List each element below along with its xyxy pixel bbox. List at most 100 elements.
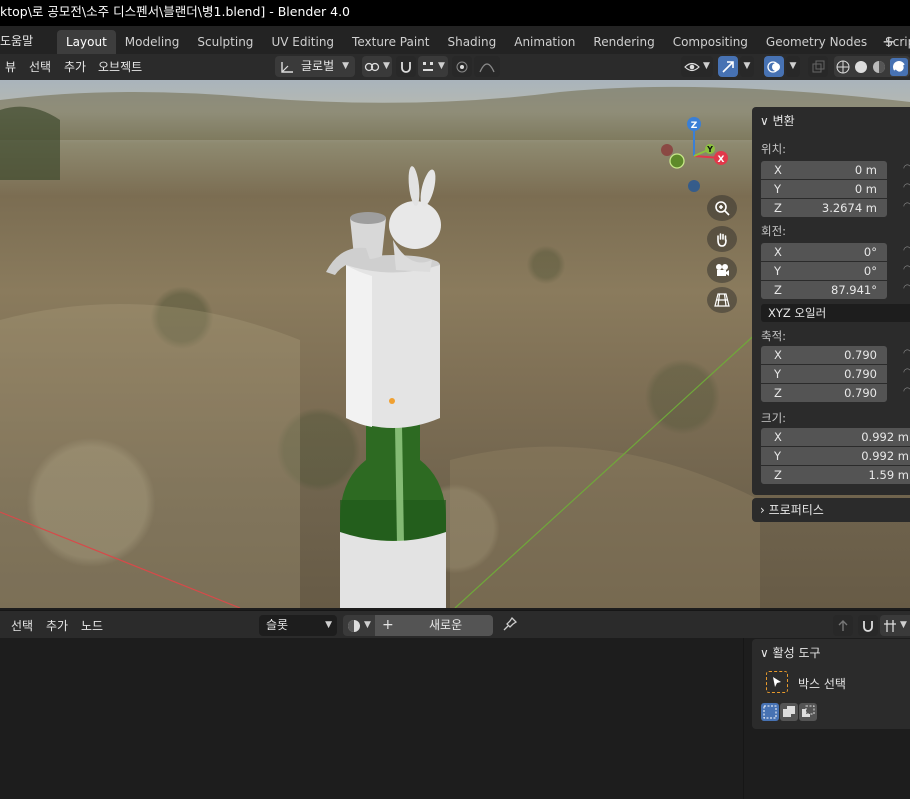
tab-animation[interactable]: Animation	[505, 30, 584, 54]
proportional-icon	[456, 61, 468, 72]
rotation-y-field[interactable]: Y 0°	[761, 262, 887, 280]
rotation-mode-dropdown[interactable]: XYZ 오일러	[761, 304, 910, 322]
chevron-down-icon: ∨	[760, 114, 769, 128]
lock-icon[interactable]: ◠	[903, 201, 910, 212]
new-material-label: 새로운	[429, 618, 463, 632]
gizmo-neg-y[interactable]	[669, 153, 685, 169]
tab-geometry-nodes[interactable]: Geometry Nodes	[757, 30, 876, 54]
rendered-shading-icon	[893, 60, 906, 74]
rotation-x-field[interactable]: X 0°	[761, 243, 887, 261]
perspective-toggle-button[interactable]	[707, 287, 737, 313]
node-menu[interactable]: 노드	[81, 617, 103, 634]
lock-icon[interactable]: ◠	[903, 163, 910, 174]
parent-node-tree-button[interactable]	[833, 615, 853, 636]
tab-modeling[interactable]: Modeling	[116, 30, 189, 54]
transform-panel: ∨ 변환 위치: X 0 m Y 0 m Z 3.2674 m 회전: X 0° Y 0°…	[752, 107, 910, 495]
lock-icon[interactable]: ◠	[903, 348, 910, 359]
gizmo-toggle[interactable]	[718, 56, 738, 77]
zoom-button[interactable]	[707, 195, 737, 221]
location-z-field[interactable]: Z 3.2674 m	[761, 199, 887, 217]
select-menu[interactable]: 선택	[29, 58, 51, 75]
bottle-label-sleeve	[340, 532, 446, 608]
overlays-dropdown[interactable]: ▼	[786, 56, 800, 77]
node-add-menu[interactable]: 추가	[46, 617, 68, 634]
tab-compositing[interactable]: Compositing	[664, 30, 757, 54]
chevron-down-icon: ▼	[743, 61, 751, 71]
camera-view-button[interactable]	[707, 257, 737, 283]
tree-cluster	[0, 106, 60, 180]
wireframe-shading-icon[interactable]	[836, 60, 850, 74]
snap-target-dropdown[interactable]: ▼	[418, 56, 448, 77]
location-x-field[interactable]: X 0 m	[761, 161, 887, 179]
add-menu[interactable]: 추가	[64, 58, 86, 75]
location-y-field[interactable]: Y 0 m	[761, 180, 887, 198]
pan-button[interactable]	[707, 226, 737, 252]
magnet-icon	[401, 61, 411, 73]
object-menu[interactable]: 오브젝트	[98, 58, 142, 75]
material-shading-icon[interactable]	[872, 60, 886, 74]
chevron-down-icon: ▼	[342, 61, 350, 71]
lock-icon[interactable]: ◠	[903, 283, 910, 294]
pin-icon[interactable]	[502, 616, 518, 635]
lock-icon[interactable]: ◠	[903, 182, 910, 193]
add-workspace-button[interactable]: +	[882, 30, 895, 54]
scale-y-field[interactable]: Y 0.790	[761, 365, 887, 383]
active-tool-header[interactable]: ∨ 활성 도구	[760, 644, 821, 661]
gizmo-dropdown[interactable]: ▼	[740, 56, 754, 77]
rotation-z-field[interactable]: Z 87.941°	[761, 281, 887, 299]
tab-texture-paint[interactable]: Texture Paint	[343, 30, 438, 54]
dimensions-x-field[interactable]: X 0.992 m	[761, 428, 910, 446]
box-select-tool-icon[interactable]	[766, 671, 788, 693]
properties-panel-title: 프로퍼티스	[768, 503, 824, 517]
dimensions-y-field[interactable]: Y 0.992 m	[761, 447, 910, 465]
lock-icon[interactable]: ◠	[903, 386, 910, 397]
navigation-gizmo[interactable]: Z X Y	[650, 110, 740, 200]
chevron-down-icon: ▼	[325, 620, 332, 630]
node-select-menu[interactable]: 선택	[11, 617, 33, 634]
node-snap-toggle[interactable]	[858, 615, 878, 636]
new-material-button[interactable]: + 새로운	[375, 615, 493, 636]
chevron-down-icon: ▼	[900, 620, 907, 630]
axis-label: X	[774, 245, 782, 259]
dimensions-z-field[interactable]: Z 1.59 m	[761, 466, 910, 484]
bottle-liquid	[340, 500, 446, 540]
node-snap-target-dropdown[interactable]: ▼	[880, 615, 910, 636]
viewport-header: 뷰 선택 추가 오브젝트 글로벌 ▼ ▼ ▼ ▼ ▼ ▼	[0, 54, 910, 80]
rendered-shading-button[interactable]	[890, 57, 908, 76]
select-subtract-mode-button[interactable]	[799, 703, 817, 721]
select-extend-mode-button[interactable]	[780, 703, 798, 721]
gizmo-x-label: X	[718, 155, 725, 165]
transform-panel-header[interactable]: ∨ 변환	[760, 112, 795, 129]
select-new-mode-button[interactable]	[761, 703, 779, 721]
tab-layout[interactable]: Layout	[57, 30, 116, 54]
tab-uv-editing[interactable]: UV Editing	[262, 30, 343, 54]
tab-shading[interactable]: Shading	[438, 30, 505, 54]
properties-panel-header[interactable]: › 프로퍼티스	[752, 498, 910, 522]
axis-label: Z	[774, 386, 782, 400]
slot-dropdown[interactable]: 슬롯 ▼	[259, 615, 337, 636]
pivot-point-dropdown[interactable]: ▼	[362, 56, 392, 77]
lock-icon[interactable]: ◠	[903, 264, 910, 275]
node-canvas[interactable]	[0, 638, 743, 799]
scale-x-field[interactable]: X 0.790	[761, 346, 887, 364]
help-menu[interactable]: 도움말	[0, 32, 33, 49]
overlays-toggle[interactable]	[764, 56, 784, 77]
gizmo-neg-z[interactable]	[688, 180, 700, 192]
transform-orientation-dropdown[interactable]: 글로벌 ▼	[275, 56, 355, 77]
snap-toggle[interactable]	[396, 56, 416, 77]
shading-mode-group	[834, 56, 910, 77]
proportional-edit-toggle[interactable]	[452, 56, 472, 77]
lock-icon[interactable]: ◠	[903, 367, 910, 378]
location-x-value: 0 m	[854, 163, 877, 177]
tab-rendering[interactable]: Rendering	[584, 30, 663, 54]
material-browse-button[interactable]: ▼	[343, 615, 375, 636]
gizmo-neg-x[interactable]	[661, 144, 673, 156]
scale-z-field[interactable]: Z 0.790	[761, 384, 887, 402]
lock-icon[interactable]: ◠	[903, 245, 910, 256]
falloff-dropdown[interactable]	[474, 56, 500, 77]
view-menu[interactable]: 뷰	[5, 58, 16, 75]
solid-shading-icon[interactable]	[854, 60, 868, 74]
visibility-dropdown[interactable]: ▼	[681, 56, 713, 77]
tab-sculpting[interactable]: Sculpting	[188, 30, 262, 54]
xray-toggle[interactable]	[808, 56, 828, 77]
